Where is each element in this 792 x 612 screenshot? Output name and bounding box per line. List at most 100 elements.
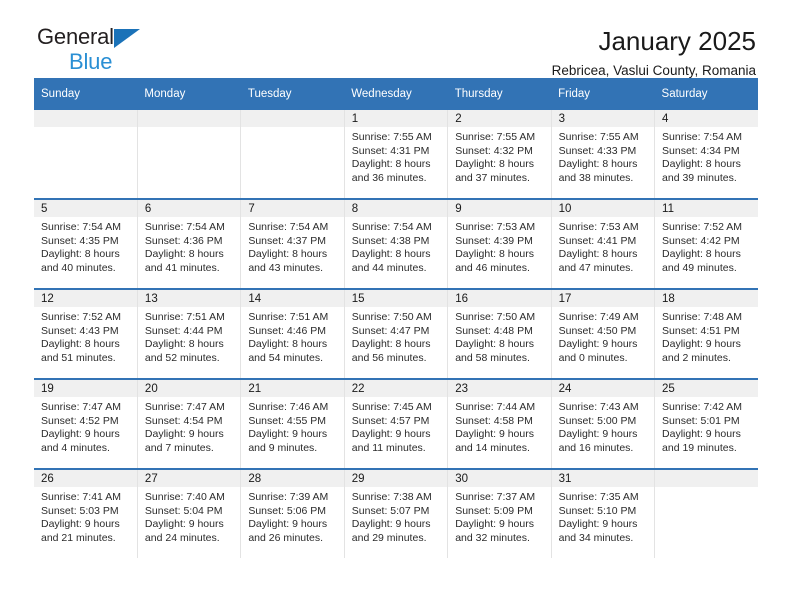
day-detail-line: Sunset: 4:58 PM bbox=[455, 414, 533, 427]
calendar-day-cell[interactable]: 17 Sunrise: 7:49 AM Sunset: 4:50 PM Dayligh… bbox=[551, 288, 656, 379]
calendar-day-cell[interactable]: 27 Sunrise: 7:40 AM Sunset: 5:04 PM Dayligh… bbox=[137, 468, 242, 558]
calendar-table: Sunday Monday Tuesday Wednesday Thursday… bbox=[34, 78, 758, 558]
calendar-day-cell[interactable]: 10 Sunrise: 7:53 AM Sunset: 4:41 PM Dayligh… bbox=[551, 198, 656, 289]
calendar-day-cell[interactable]: 11 Sunrise: 7:52 AM Sunset: 4:42 PM Dayligh… bbox=[654, 198, 758, 289]
calendar-day-cell-empty bbox=[654, 468, 758, 558]
day-detail-line: Sunrise: 7:51 AM bbox=[248, 311, 329, 323]
triangle-icon bbox=[113, 29, 140, 48]
day-detail-line: and 41 minutes. bbox=[144, 261, 220, 274]
day-details bbox=[34, 127, 137, 131]
day-detail-line: Daylight: 8 hours bbox=[455, 338, 534, 351]
day-detail-line: Daylight: 9 hours bbox=[558, 518, 638, 531]
calendar-day-cell[interactable]: 12 Sunrise: 7:52 AM Sunset: 4:43 PM Dayligh… bbox=[34, 288, 138, 379]
calendar-day-cell[interactable]: 13 Sunrise: 7:51 AM Sunset: 4:44 PM Dayligh… bbox=[137, 288, 242, 379]
day-detail-line: Sunset: 4:47 PM bbox=[351, 324, 430, 337]
calendar-day-cell[interactable]: 23 Sunrise: 7:44 AM Sunset: 4:58 PM Dayligh… bbox=[447, 378, 552, 469]
day-detail-line: Sunrise: 7:44 AM bbox=[455, 401, 536, 413]
logo-text-blue: Blue bbox=[69, 49, 113, 74]
calendar-day-cell[interactable]: 4 Sunrise: 7:54 AM Sunset: 4:34 PM Daylight… bbox=[654, 110, 758, 199]
day-detail-line: Sunset: 4:32 PM bbox=[455, 144, 533, 157]
day-detail-line: and 19 minutes. bbox=[662, 441, 737, 454]
day-details: Sunrise: 7:53 AM Sunset: 4:41 PM Daylight:… bbox=[552, 217, 654, 275]
day-detail-line: Daylight: 9 hours bbox=[351, 428, 431, 441]
weekday-header-friday: Friday bbox=[551, 78, 655, 110]
day-detail-line: Sunrise: 7:55 AM bbox=[558, 131, 639, 143]
day-detail-line: Daylight: 9 hours bbox=[41, 428, 120, 441]
day-detail-line: and 36 minutes. bbox=[351, 171, 427, 184]
calendar-day-cell[interactable]: 14 Sunrise: 7:51 AM Sunset: 4:46 PM Dayligh… bbox=[240, 288, 345, 379]
day-detail-line: and 29 minutes. bbox=[351, 531, 427, 544]
day-detail-line: Sunrise: 7:37 AM bbox=[455, 491, 536, 503]
day-detail-line: Sunrise: 7:40 AM bbox=[144, 491, 225, 503]
calendar-day-cell[interactable]: 21 Sunrise: 7:46 AM Sunset: 4:55 PM Dayligh… bbox=[240, 378, 345, 469]
calendar-day-cell[interactable]: 25 Sunrise: 7:42 AM Sunset: 5:01 PM Dayligh… bbox=[654, 378, 758, 469]
day-detail-line: and 24 minutes. bbox=[144, 531, 220, 544]
calendar-week-row: 12 Sunrise: 7:52 AM Sunset: 4:43 PM Dayligh… bbox=[34, 288, 758, 379]
calendar-day-cell[interactable]: 28 Sunrise: 7:39 AM Sunset: 5:06 PM Dayligh… bbox=[240, 468, 345, 558]
calendar-day-cell[interactable]: 31 Sunrise: 7:35 AM Sunset: 5:10 PM Dayligh… bbox=[551, 468, 656, 558]
day-detail-line: Daylight: 9 hours bbox=[351, 518, 431, 531]
day-detail-line: Sunset: 4:48 PM bbox=[455, 324, 533, 337]
day-number: 6 bbox=[137, 200, 241, 217]
weekday-header-saturday: Saturday bbox=[654, 78, 758, 110]
day-details bbox=[655, 487, 758, 491]
day-details: Sunrise: 7:49 AM Sunset: 4:50 PM Daylight:… bbox=[552, 307, 654, 365]
day-detail-line: Daylight: 9 hours bbox=[144, 518, 224, 531]
day-detail-line: and 14 minutes. bbox=[455, 441, 530, 454]
day-detail-line: Sunrise: 7:48 AM bbox=[662, 311, 742, 323]
day-detail-line: Daylight: 9 hours bbox=[558, 428, 638, 441]
day-details: Sunrise: 7:44 AM Sunset: 4:58 PM Daylight:… bbox=[448, 397, 550, 455]
day-number: 13 bbox=[137, 290, 241, 307]
day-number: 10 bbox=[551, 200, 655, 217]
calendar-day-cell[interactable]: 5 Sunrise: 7:54 AM Sunset: 4:35 PM Daylight… bbox=[34, 198, 138, 289]
calendar-day-cell[interactable]: 19 Sunrise: 7:47 AM Sunset: 4:52 PM Dayligh… bbox=[34, 378, 138, 469]
calendar-day-cell[interactable]: 16 Sunrise: 7:50 AM Sunset: 4:48 PM Dayligh… bbox=[447, 288, 552, 379]
day-detail-line: Daylight: 8 hours bbox=[558, 158, 638, 171]
day-number: 19 bbox=[34, 380, 137, 397]
day-detail-line: Daylight: 8 hours bbox=[558, 248, 638, 261]
calendar-day-cell[interactable]: 15 Sunrise: 7:50 AM Sunset: 4:47 PM Dayligh… bbox=[344, 288, 449, 379]
calendar-day-cell-empty bbox=[137, 110, 242, 199]
day-details: Sunrise: 7:54 AM Sunset: 4:35 PM Daylight:… bbox=[34, 217, 137, 275]
calendar-day-cell[interactable]: 24 Sunrise: 7:43 AM Sunset: 5:00 PM Dayligh… bbox=[551, 378, 656, 469]
day-detail-line: Sunrise: 7:54 AM bbox=[41, 221, 121, 233]
calendar-day-cell[interactable]: 29 Sunrise: 7:38 AM Sunset: 5:07 PM Dayligh… bbox=[344, 468, 449, 558]
day-number: 11 bbox=[655, 200, 758, 217]
day-details: Sunrise: 7:48 AM Sunset: 4:51 PM Daylight:… bbox=[655, 307, 758, 365]
calendar-day-cell[interactable]: 30 Sunrise: 7:37 AM Sunset: 5:09 PM Dayligh… bbox=[447, 468, 552, 558]
calendar-day-cell[interactable]: 22 Sunrise: 7:45 AM Sunset: 4:57 PM Dayligh… bbox=[344, 378, 449, 469]
day-detail-line: and 51 minutes. bbox=[41, 351, 116, 364]
page-header: General Blue January 2025 Rebricea, Vasl… bbox=[34, 0, 758, 79]
day-number bbox=[137, 110, 241, 127]
day-detail-line: and 47 minutes. bbox=[558, 261, 634, 274]
day-number: 1 bbox=[344, 110, 448, 127]
day-number: 3 bbox=[551, 110, 655, 127]
day-details: Sunrise: 7:35 AM Sunset: 5:10 PM Daylight:… bbox=[552, 487, 654, 545]
day-detail-line: Sunrise: 7:55 AM bbox=[455, 131, 536, 143]
day-detail-line: and 46 minutes. bbox=[455, 261, 530, 274]
day-detail-line: Sunrise: 7:54 AM bbox=[351, 221, 432, 233]
calendar-day-cell[interactable]: 18 Sunrise: 7:48 AM Sunset: 4:51 PM Dayligh… bbox=[654, 288, 758, 379]
calendar-day-cell-empty bbox=[34, 110, 138, 199]
calendar-day-cell[interactable]: 6 Sunrise: 7:54 AM Sunset: 4:36 PM Daylight… bbox=[137, 198, 242, 289]
day-detail-line: Daylight: 9 hours bbox=[455, 518, 534, 531]
calendar-day-cell[interactable]: 1 Sunrise: 7:55 AM Sunset: 4:31 PM Daylight… bbox=[344, 110, 449, 199]
day-detail-line: Sunrise: 7:54 AM bbox=[662, 131, 742, 143]
calendar-day-cell[interactable]: 9 Sunrise: 7:53 AM Sunset: 4:39 PM Daylight… bbox=[447, 198, 552, 289]
day-number: 9 bbox=[448, 200, 551, 217]
day-detail-line: and 34 minutes. bbox=[558, 531, 634, 544]
day-detail-line: Sunrise: 7:39 AM bbox=[248, 491, 329, 503]
calendar-day-cell[interactable]: 8 Sunrise: 7:54 AM Sunset: 4:38 PM Daylight… bbox=[344, 198, 449, 289]
day-number: 30 bbox=[448, 470, 551, 487]
calendar-day-cell[interactable]: 20 Sunrise: 7:47 AM Sunset: 4:54 PM Dayligh… bbox=[137, 378, 242, 469]
calendar-day-cell[interactable]: 3 Sunrise: 7:55 AM Sunset: 4:33 PM Daylight… bbox=[551, 110, 656, 199]
calendar-day-cell[interactable]: 26 Sunrise: 7:41 AM Sunset: 5:03 PM Dayligh… bbox=[34, 468, 138, 558]
day-detail-line: Daylight: 8 hours bbox=[455, 248, 534, 261]
day-detail-line: Sunset: 4:31 PM bbox=[351, 144, 430, 157]
day-detail-line: Sunset: 5:03 PM bbox=[41, 504, 119, 517]
day-detail-line: and 26 minutes. bbox=[248, 531, 324, 544]
calendar-day-cell[interactable]: 2 Sunrise: 7:55 AM Sunset: 4:32 PM Daylight… bbox=[447, 110, 552, 199]
calendar-day-cell[interactable]: 7 Sunrise: 7:54 AM Sunset: 4:37 PM Daylight… bbox=[240, 198, 345, 289]
day-detail-line: and 44 minutes. bbox=[351, 261, 427, 274]
day-number: 2 bbox=[448, 110, 551, 127]
